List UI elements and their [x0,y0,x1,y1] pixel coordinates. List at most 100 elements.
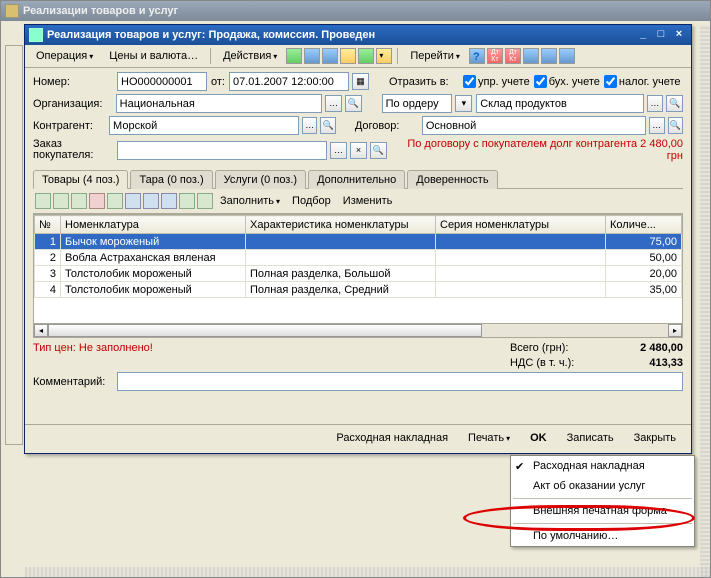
table-row[interactable]: 2 Вобла Астраханская вяленая 50,00 [35,250,682,266]
nalog-check[interactable]: налог. учете [604,75,681,88]
change-button[interactable]: Изменить [338,192,398,210]
org-select-button[interactable]: … [325,95,342,112]
move-down-icon[interactable] [143,193,159,209]
col-characteristic[interactable]: Характеристика номенклатуры [246,216,436,234]
help-icon[interactable]: ? [469,48,485,64]
close-button[interactable]: × [671,28,687,42]
totals: Всего (грн): 2 480,00 [510,342,683,354]
scroll-right-button[interactable]: ▸ [668,324,682,337]
operation-menu[interactable]: Операция [29,47,100,65]
col-nomenclature[interactable]: Номенклатура [61,216,246,234]
grid-scrollbar[interactable]: ◂ ▸ [33,324,683,338]
add-row-icon[interactable] [35,193,51,209]
titlebar: Реализация товаров и услуг: Продажа, ком… [25,25,691,45]
org-label: Организация: [33,98,112,110]
move-up-icon[interactable] [125,193,141,209]
structure-icon[interactable] [376,48,392,64]
doc-icon [29,28,43,42]
copy-icon[interactable] [322,48,338,64]
wh-open-button[interactable]: 🔍 [666,95,683,112]
wh-select-button[interactable]: … [647,95,664,112]
document-window: Реализация товаров и услуг: Продажа, ком… [24,24,692,454]
reflect-label: Отразить в: [389,76,459,88]
nds-total: НДС (в т. ч.): 413,33 [510,357,683,369]
report-icon[interactable] [559,48,575,64]
minimize-button[interactable]: _ [635,28,651,42]
number-label: Номер: [33,76,113,88]
actions-menu[interactable]: Действия [216,47,284,65]
contract-open-button[interactable]: 🔍 [668,117,684,134]
org-open-button[interactable]: 🔍 [345,95,362,112]
order-dd-button[interactable]: ▾ [455,95,472,112]
upr-check[interactable]: упр. учете [463,75,530,88]
contract-select-button[interactable]: … [649,117,665,134]
date-input[interactable] [229,72,349,91]
contract-label: Договор: [355,120,418,132]
bo-clear-button[interactable]: × [350,142,367,159]
col-quantity[interactable]: Количе... [606,216,682,234]
contr-select-button[interactable]: … [302,117,318,134]
menubar: Операция Цены и валюта… Действия Перейти… [25,45,691,68]
tab-extra[interactable]: Дополнительно [308,170,405,189]
parent-window-title: Реализации товаров и услуг [1,1,710,21]
contr-open-button[interactable]: 🔍 [320,117,336,134]
warehouse-input[interactable] [476,94,643,113]
dtkt1-icon[interactable]: ДтКт [487,48,503,64]
buyer-order-label: Заказ покупателя: [33,139,113,161]
basedon-icon[interactable] [358,48,374,64]
invoice-button[interactable]: Расходная накладная [327,429,457,449]
tab-tare[interactable]: Тара (0 поз.) [130,170,212,189]
table-row[interactable]: 1 Бычок мороженый 75,00 [35,234,682,250]
bukh-check[interactable]: бух. учете [534,75,600,88]
menu-act[interactable]: Акт об оказании услуг [511,476,694,496]
table-row[interactable]: 4 Толстолобик мороженый Полная разделка,… [35,282,682,298]
insert-row-icon[interactable] [53,193,69,209]
col-n[interactable]: № [35,216,61,234]
col-series[interactable]: Серия номенклатуры [436,216,606,234]
tab-goods[interactable]: Товары (4 поз.) [33,170,128,189]
goto-menu[interactable]: Перейти [403,47,467,65]
date-picker-button[interactable]: ▦ [352,73,369,90]
dtkt2-icon[interactable]: ДтКт [505,48,521,64]
prices-menu[interactable]: Цены и валюта… [102,47,205,65]
menu-invoice[interactable]: ✔ Расходная накладная [511,456,694,476]
copy-row-icon[interactable] [107,193,123,209]
contract-input[interactable] [422,116,646,135]
menu-separator [513,498,692,499]
reread-icon[interactable] [304,48,320,64]
menu-default[interactable]: По умолчанию… [511,526,694,546]
move-down2-icon[interactable] [161,193,177,209]
goods-grid[interactable]: № Номенклатура Характеристика номенклату… [33,214,683,324]
number-input[interactable] [117,72,207,91]
find-icon[interactable] [523,48,539,64]
post-icon[interactable] [286,48,302,64]
select-button[interactable]: Подбор [287,192,336,210]
save-button[interactable]: Записать [558,429,623,449]
menu-separator [513,523,692,524]
order-type-select[interactable]: По ордеру [382,94,453,113]
settings-icon[interactable] [541,48,557,64]
sort-desc-icon[interactable] [197,193,213,209]
scroll-thumb[interactable] [48,324,482,337]
table-row[interactable]: 3 Толстолобик мороженый Полная разделка,… [35,266,682,282]
bo-open-button[interactable]: 🔍 [370,142,387,159]
print-button[interactable]: Печать [459,429,519,449]
scroll-left-button[interactable]: ◂ [34,324,48,337]
menu-external[interactable]: Внешняя печатная форма [511,501,694,521]
org-input[interactable] [116,94,323,113]
tab-proxy[interactable]: Доверенность [407,170,497,189]
edit-row-icon[interactable] [71,193,87,209]
buyer-order-input[interactable] [117,141,327,160]
fill-button[interactable]: Заполнить [215,192,285,210]
close-doc-button[interactable]: Закрыть [625,429,685,449]
tab-services[interactable]: Услуги (0 поз.) [215,170,306,189]
sort-asc-icon[interactable] [179,193,195,209]
maximize-button[interactable]: □ [653,28,669,42]
bo-select-button[interactable]: … [330,142,347,159]
ok-button[interactable]: OK [521,429,556,449]
delete-row-icon[interactable] [89,193,105,209]
contr-input[interactable] [109,116,299,135]
check-icon: ✔ [515,460,524,473]
post2-icon[interactable] [340,48,356,64]
comment-input[interactable] [117,372,683,391]
